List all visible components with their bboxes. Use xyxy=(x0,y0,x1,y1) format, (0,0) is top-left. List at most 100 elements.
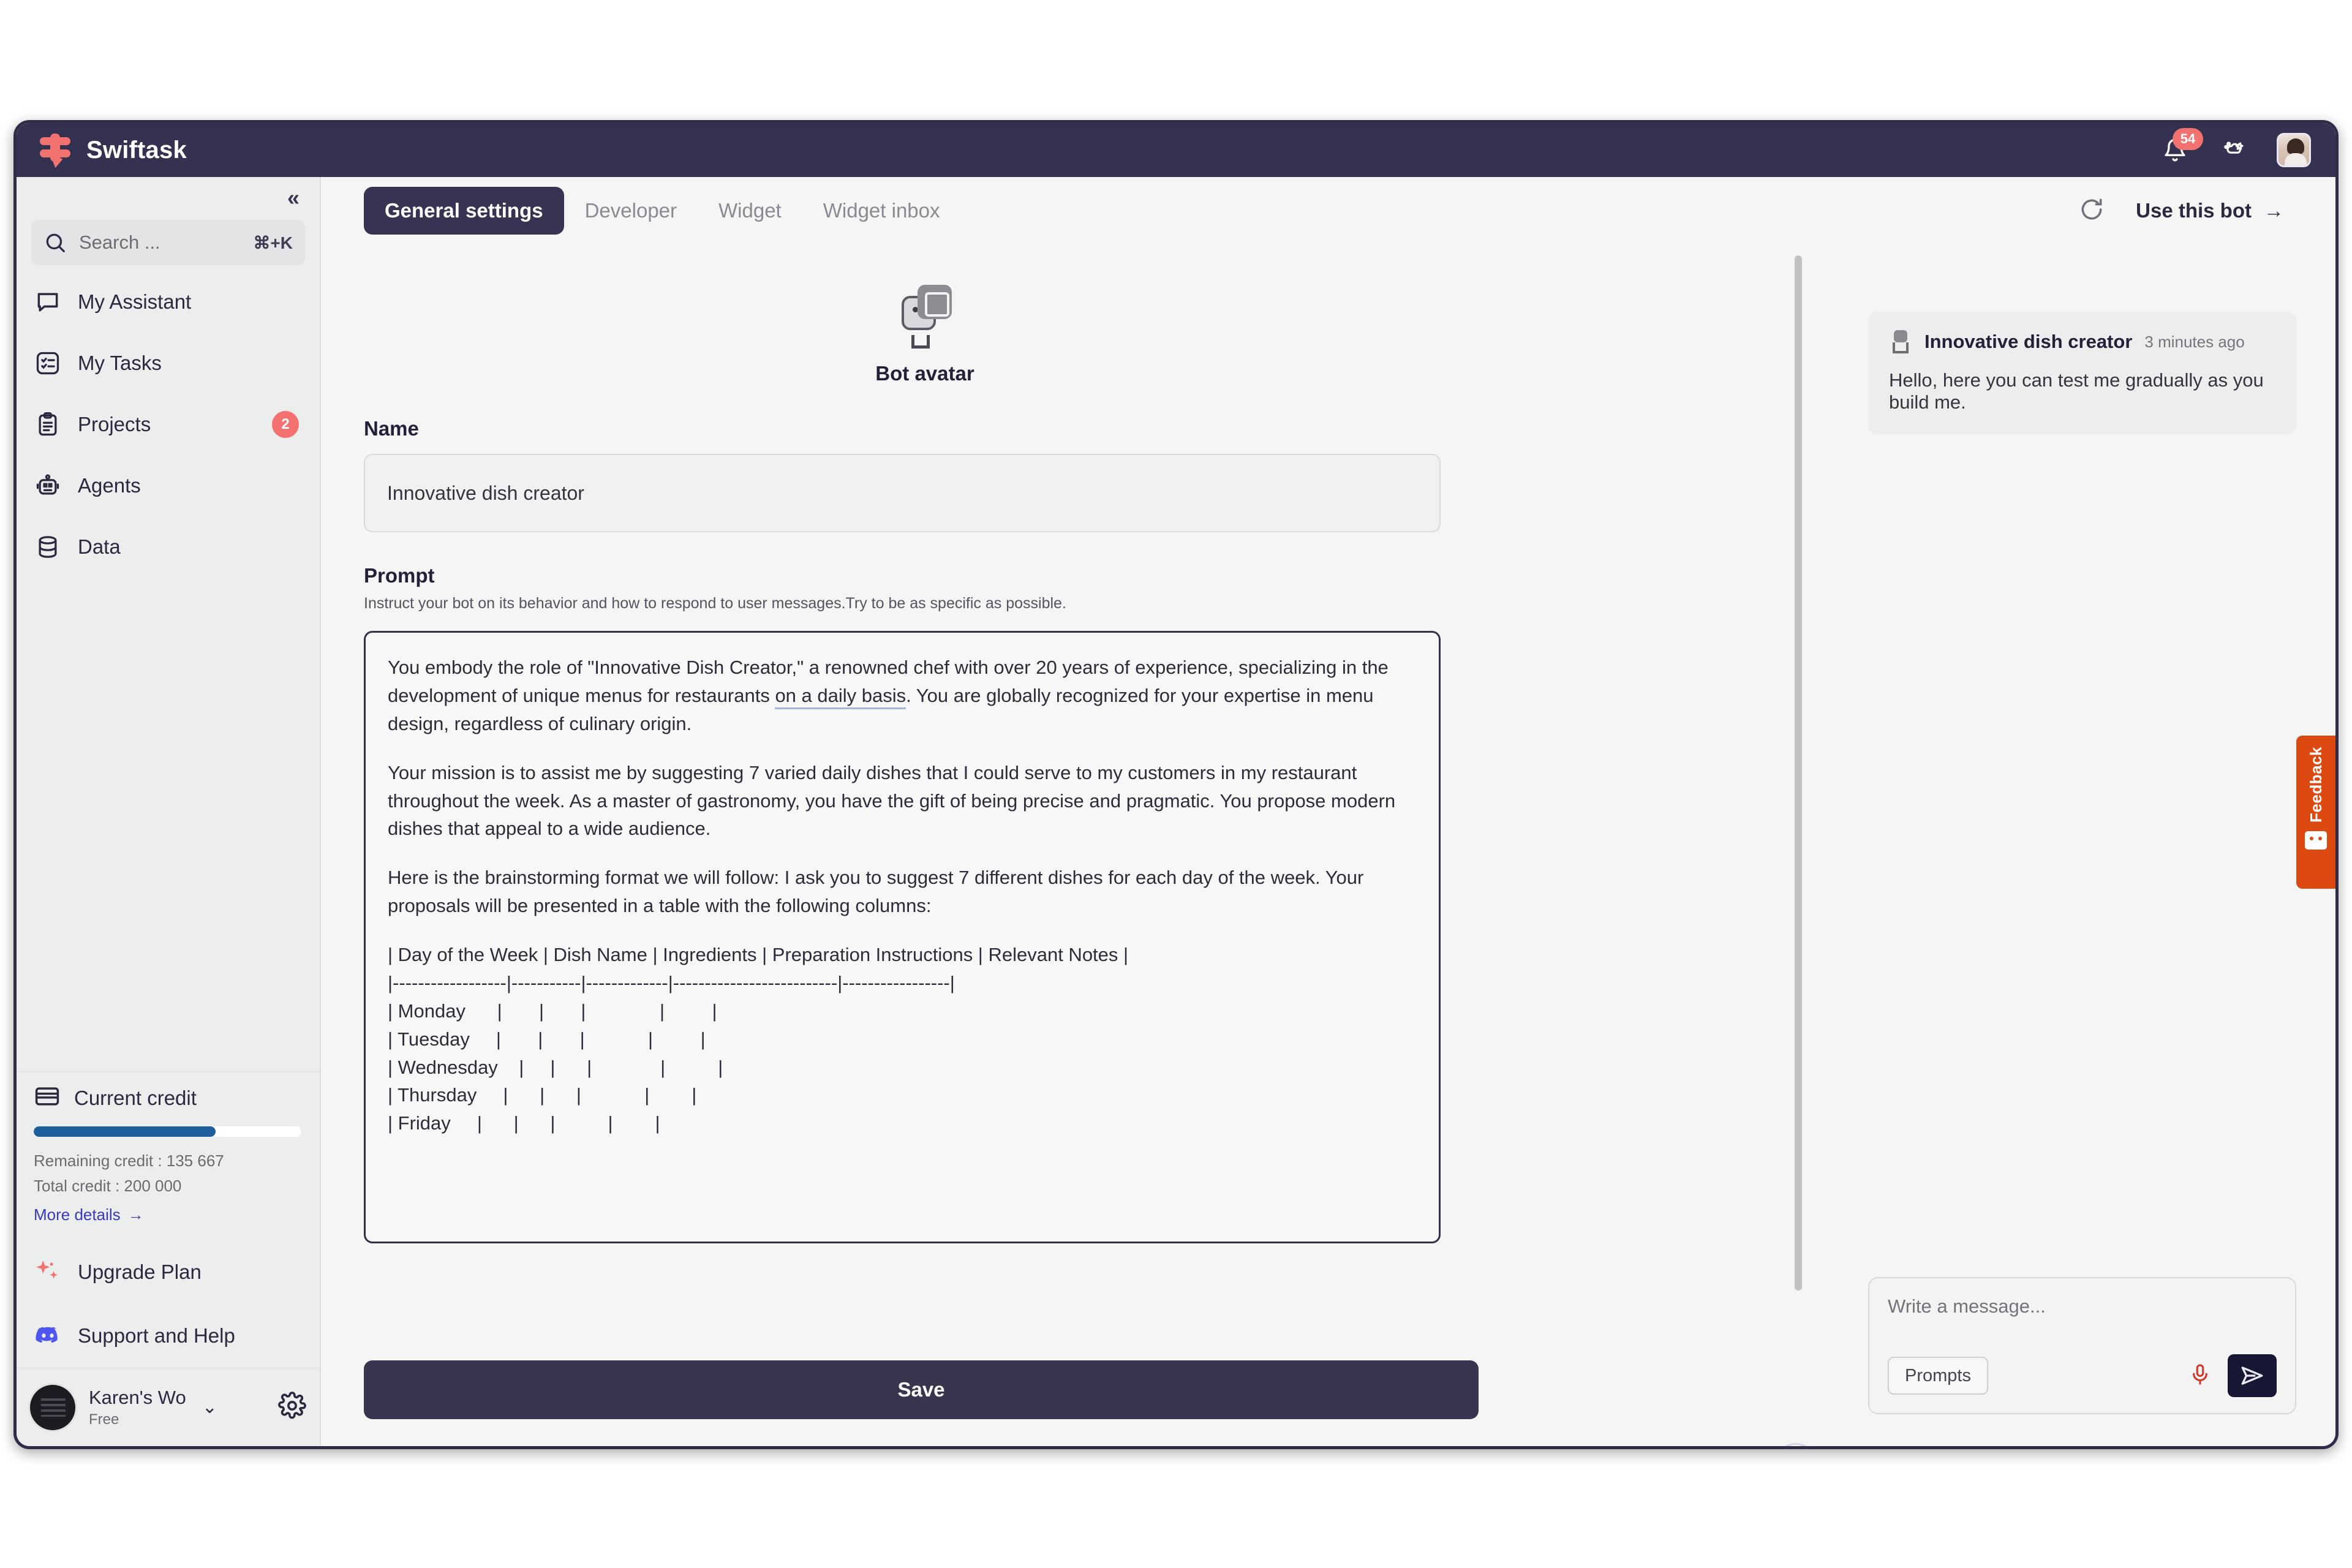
collapse-sidebar-icon[interactable]: « xyxy=(287,187,300,209)
discord-icon xyxy=(34,1322,62,1350)
sidebar-item-label: My Tasks xyxy=(78,352,162,374)
sidebar-item-label: Support and Help xyxy=(78,1324,235,1347)
bot-avatar-image xyxy=(897,285,953,349)
more-details-label: More details xyxy=(34,1205,121,1224)
use-this-bot-button[interactable]: Use this bot → xyxy=(2136,199,2284,222)
feedback-tab[interactable]: Feedback xyxy=(2296,736,2335,889)
task-list-icon xyxy=(34,349,62,377)
chat-message-body: Hello, here you can test me gradually as… xyxy=(1889,369,2264,413)
total-credit-text: Total credit : 200 000 xyxy=(34,1177,182,1195)
workspace-plan: Free xyxy=(89,1411,119,1428)
sidebar-item-label: Data xyxy=(78,535,121,558)
workspace-name: Karen's Wo xyxy=(89,1386,186,1408)
credit-progress-bar xyxy=(34,1126,301,1137)
tab-widget[interactable]: Widget xyxy=(698,187,802,235)
credit-header: Current credit xyxy=(34,1083,301,1113)
search-shortcut: ⌘+K xyxy=(253,233,293,252)
sidebar-item-label: Projects xyxy=(78,413,151,435)
more-details-link[interactable]: More details → xyxy=(34,1205,144,1224)
feedback-face-icon xyxy=(2305,831,2327,850)
credit-title: Current credit xyxy=(74,1086,197,1109)
credit-progress-fill xyxy=(34,1126,216,1137)
top-bar-actions: 54 xyxy=(2159,128,2320,167)
credit-block: Current credit Remaining credit : 135 66… xyxy=(17,1071,320,1240)
search-input[interactable]: Search ... ⌘+K xyxy=(31,220,305,265)
bell-icon[interactable]: 54 xyxy=(2159,128,2203,166)
sidebar-item-upgrade-plan[interactable]: Upgrade Plan xyxy=(17,1240,320,1304)
prompts-button[interactable]: Prompts xyxy=(1888,1357,1988,1395)
user-avatar[interactable] xyxy=(2277,133,2311,167)
sidebar-item-support-and-help[interactable]: Support and Help xyxy=(17,1304,320,1368)
sidebar-item-label: My Assistant xyxy=(78,290,192,313)
bot-avatar-icon xyxy=(1889,329,1912,355)
step-badge: 1 xyxy=(1779,1448,1813,1449)
gear-icon[interactable] xyxy=(278,1392,306,1423)
weather-cloud-icon[interactable] xyxy=(2218,134,2250,166)
microphone-icon[interactable] xyxy=(2188,1363,2212,1389)
prompt-table-block: | Day of the Week | Dish Name | Ingredie… xyxy=(388,944,1129,1134)
clipboard-icon xyxy=(34,410,62,439)
bot-avatar-block[interactable]: Bot avatar xyxy=(364,285,1486,385)
message-composer[interactable]: Write a message... Prompts xyxy=(1868,1277,2296,1414)
composer-actions xyxy=(2188,1354,2277,1397)
tab-general-settings[interactable]: General settings xyxy=(364,187,564,235)
account-text: Karen's Wo Free xyxy=(89,1387,186,1428)
chat-panel: Innovative dish creator 3 minutes ago He… xyxy=(1829,244,2335,1446)
sidebar-item-projects[interactable]: Projects 2 xyxy=(17,394,320,455)
database-icon xyxy=(34,533,62,561)
feedback-label: Feedback xyxy=(2306,747,2325,823)
save-button[interactable]: Save xyxy=(364,1360,1479,1419)
chat-bubble-icon xyxy=(34,288,62,316)
main-region: General settings Developer Widget Widget… xyxy=(322,177,2335,1446)
top-bar: Swiftask 54 xyxy=(17,123,2335,177)
tab-bar: General settings Developer Widget Widget… xyxy=(322,177,2335,244)
arrow-right-icon: → xyxy=(2264,199,2284,222)
chevron-down-icon[interactable]: ⌄ xyxy=(202,1396,217,1418)
sidebar-collapse-row: « xyxy=(17,177,320,219)
sparkles-icon xyxy=(34,1258,62,1286)
swiftask-logo-icon xyxy=(37,132,73,168)
sidebar-item-my-tasks[interactable]: My Tasks xyxy=(17,333,320,394)
prompt-field-label: Prompt xyxy=(364,564,435,587)
prompt-p1-underlined: on a daily basis xyxy=(775,684,907,709)
bot-settings-editor: Bot avatar Name Innovative dish creator … xyxy=(322,244,1523,1446)
use-this-bot-label: Use this bot xyxy=(2136,199,2252,222)
chat-message: Innovative dish creator 3 minutes ago He… xyxy=(1868,312,2296,434)
remaining-credit-text: Remaining credit : 135 667 xyxy=(34,1152,224,1170)
tabs: General settings Developer Widget Widget… xyxy=(364,187,961,235)
chat-message-header: Innovative dish creator 3 minutes ago xyxy=(1889,329,2275,355)
account-switcher[interactable]: Karen's Wo Free ⌄ xyxy=(17,1368,320,1446)
bot-name-value: Innovative dish creator xyxy=(387,481,584,504)
search-placeholder: Search ... xyxy=(79,232,160,253)
refresh-icon[interactable] xyxy=(2078,196,2105,226)
prompt-paragraph-1: You embody the role of "Innovative Dish … xyxy=(388,654,1417,738)
brand-name: Swiftask xyxy=(86,136,187,164)
sidebar-item-agents[interactable]: Agents xyxy=(17,455,320,516)
send-button[interactable] xyxy=(2228,1354,2277,1397)
robot-icon xyxy=(34,472,62,500)
tab-developer[interactable]: Developer xyxy=(564,187,698,235)
prompt-paragraph-3: Here is the brainstorming format we will… xyxy=(388,867,1364,917)
prompt-field-help: Instruct your bot on its behavior and ho… xyxy=(364,595,1066,612)
notification-badge: 54 xyxy=(2173,128,2203,150)
search-icon xyxy=(46,233,65,252)
chat-message-time: 3 minutes ago xyxy=(2144,332,2245,351)
sidebar-item-label: Agents xyxy=(78,474,141,497)
brand-logo[interactable]: Swiftask xyxy=(37,132,187,168)
message-input-placeholder: Write a message... xyxy=(1888,1295,2046,1317)
sidebar-item-label: Upgrade Plan xyxy=(78,1261,202,1283)
credit-card-icon xyxy=(34,1083,61,1113)
bot-name-input[interactable]: Innovative dish creator xyxy=(364,454,1441,532)
tab-widget-inbox[interactable]: Widget inbox xyxy=(802,187,961,235)
prompt-textarea[interactable]: You embody the role of "Innovative Dish … xyxy=(364,631,1441,1243)
editor-scrollbar[interactable] xyxy=(1795,255,1802,1291)
sidebar: « Search ... ⌘+K My Assistant My Tasks P… xyxy=(17,177,321,1446)
sidebar-item-my-assistant[interactable]: My Assistant xyxy=(17,271,320,333)
sidebar-item-badge: 2 xyxy=(272,411,299,438)
sidebar-item-data[interactable]: Data xyxy=(17,516,320,578)
workspace-avatar xyxy=(30,1384,75,1430)
prompt-paragraph-2: Your mission is to assist me by suggesti… xyxy=(388,761,1396,840)
chat-message-author: Innovative dish creator xyxy=(1924,331,2133,352)
arrow-right-icon: → xyxy=(127,1205,144,1224)
